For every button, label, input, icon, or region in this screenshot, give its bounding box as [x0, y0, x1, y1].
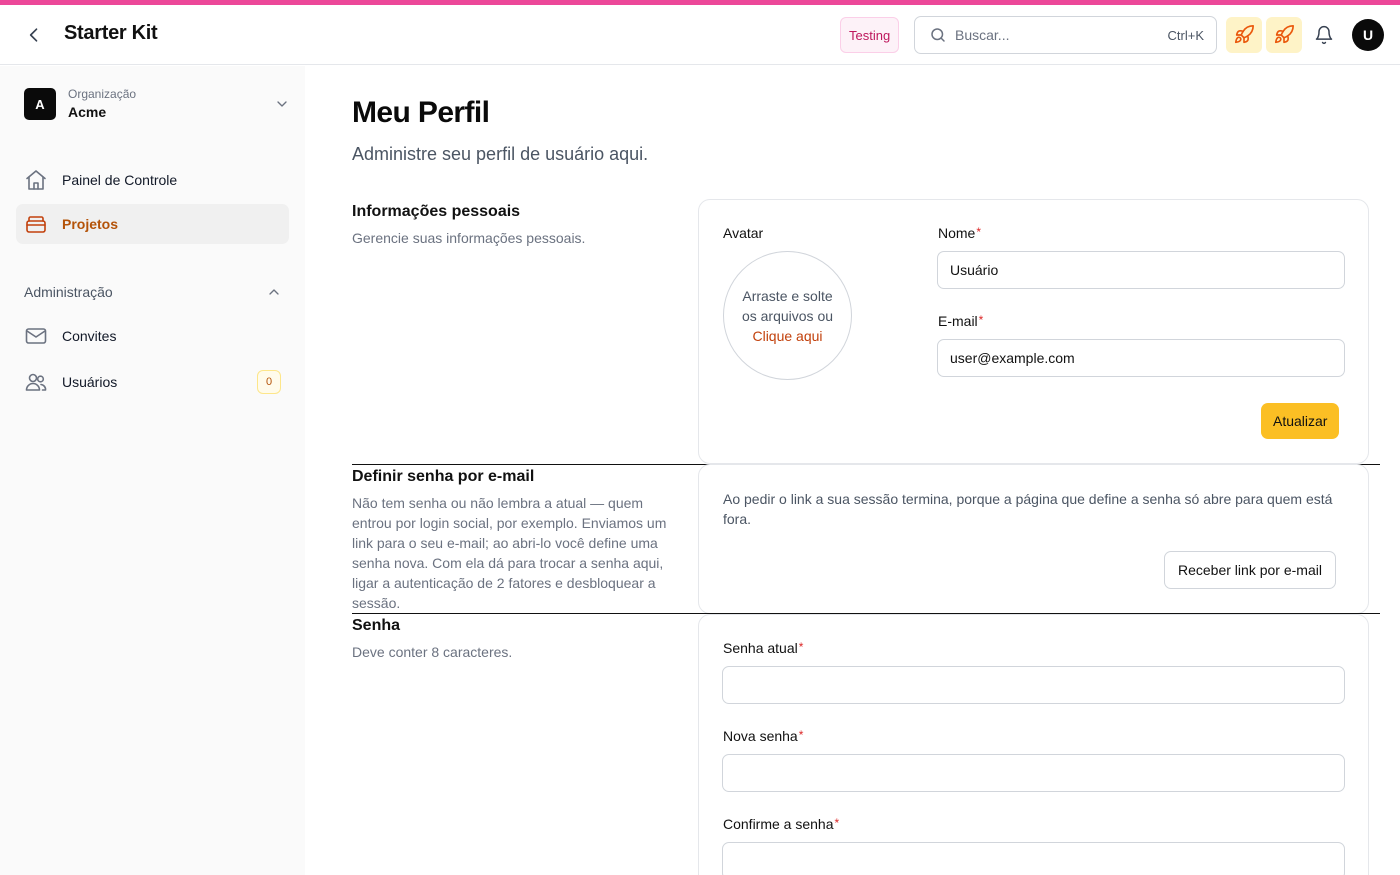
new-password-label: Nova senha* — [723, 728, 803, 744]
sidebar-item-label: Projetos — [62, 216, 119, 232]
environment-badge: Testing — [840, 17, 900, 53]
email-label-text: E-mail — [938, 313, 978, 329]
rocket-button-2[interactable] — [1266, 17, 1302, 53]
sidebar-item-label: Painel de Controle — [62, 172, 178, 188]
organization-name: Acme — [68, 103, 107, 120]
receive-email-link-button[interactable]: Receber link por e-mail — [1164, 551, 1336, 589]
name-field-label: Nome* — [938, 225, 981, 241]
personal-info-card: Avatar Arraste e solte os arquivos ou Cl… — [698, 199, 1369, 464]
avatar-drop-text: Arraste e solte os arquivos ou — [741, 287, 834, 324]
new-password-label-text: Nova senha — [723, 728, 798, 744]
current-password-label-text: Senha atual — [723, 640, 798, 656]
organization-switcher[interactable]: A Organização Acme — [24, 84, 294, 124]
name-label-text: Nome — [938, 225, 976, 241]
home-icon — [26, 170, 46, 190]
organization-text: Organização Acme — [68, 87, 136, 122]
users-icon — [25, 373, 47, 391]
sidebar-item-invites[interactable]: Convites — [16, 316, 289, 356]
required-marker: * — [834, 816, 840, 830]
page-title: Meu Perfil — [352, 96, 490, 129]
password-description: Deve conter 8 caracteres. — [352, 644, 513, 660]
search-icon — [931, 28, 945, 42]
sidebar-item-dashboard[interactable]: Painel de Controle — [16, 160, 289, 200]
app-title: Starter Kit — [64, 22, 158, 44]
page-subtitle: Administre seu perfil de usuário aqui. — [352, 144, 649, 164]
required-marker: * — [978, 313, 984, 327]
rocket-icon — [1234, 25, 1254, 44]
sidebar-item-label: Usuários — [62, 374, 118, 390]
search-box[interactable]: Ctrl+K — [914, 16, 1217, 54]
sidebar-item-label: Convites — [62, 328, 117, 344]
confirm-password-field[interactable] — [722, 842, 1345, 875]
chevron-down-icon — [277, 101, 287, 107]
sidebar-item-projects[interactable]: Projetos — [16, 204, 289, 244]
back-button[interactable] — [22, 23, 46, 47]
chevron-up-icon — [269, 289, 279, 295]
password-card: Senha atual* Nova senha* Confirme a senh… — [698, 614, 1369, 875]
update-button[interactable]: Atualizar — [1261, 403, 1340, 439]
user-avatar[interactable]: U — [1352, 19, 1384, 51]
avatar-label: Avatar — [723, 225, 764, 241]
users-count-badge: 0 — [257, 370, 281, 394]
new-password-field[interactable] — [722, 754, 1345, 792]
mail-icon — [25, 328, 47, 344]
organization-label: Organização — [68, 86, 137, 101]
current-password-field[interactable] — [722, 666, 1345, 704]
sidebar: A Organização Acme Painel de Controle Pr… — [0, 66, 305, 875]
required-marker: * — [798, 640, 804, 654]
required-marker: * — [798, 728, 804, 742]
email-password-title: Definir senha por e-mail — [352, 468, 535, 485]
email-field-label: E-mail* — [938, 313, 983, 329]
organization-logo: A — [24, 88, 56, 120]
sidebar-item-users[interactable]: Usuários 0 — [16, 362, 289, 402]
email-password-description: Não tem senha ou não lembra a atual — qu… — [352, 495, 667, 611]
top-header: Starter Kit Testing Ctrl+K U — [0, 5, 1400, 65]
email-field[interactable] — [937, 339, 1345, 377]
confirm-password-label: Confirme a senha* — [723, 816, 839, 832]
search-input[interactable] — [955, 27, 1168, 43]
notifications-button[interactable] — [1306, 17, 1342, 53]
bell-icon — [1315, 25, 1333, 45]
personal-info-title: Informações pessoais — [352, 203, 521, 220]
folder-icon — [26, 216, 46, 233]
main-content: Meu Perfil Administre seu perfil de usuá… — [305, 66, 1400, 875]
sidebar-section-administration[interactable]: Administração — [24, 284, 282, 302]
current-password-label: Senha atual* — [723, 640, 803, 656]
personal-info-description: Gerencie suas informações pessoais. — [352, 230, 586, 246]
email-password-card-text: Ao pedir o link a sua sessão termina, po… — [723, 491, 1333, 527]
chevron-left-icon — [29, 28, 38, 42]
required-marker: * — [976, 225, 982, 239]
password-title: Senha — [352, 617, 401, 634]
search-shortcut: Ctrl+K — [1167, 27, 1204, 43]
email-password-card: Ao pedir o link a sua sessão termina, po… — [698, 464, 1369, 614]
name-field[interactable] — [937, 251, 1345, 289]
sidebar-section-label: Administração — [24, 284, 113, 300]
avatar-upload-link[interactable]: Clique aqui — [752, 326, 822, 346]
rocket-button-1[interactable] — [1226, 17, 1262, 53]
confirm-password-label-text: Confirme a senha — [723, 816, 834, 832]
rocket-icon — [1274, 25, 1294, 44]
avatar-dropzone[interactable]: Arraste e solte os arquivos ou Clique aq… — [723, 251, 852, 380]
